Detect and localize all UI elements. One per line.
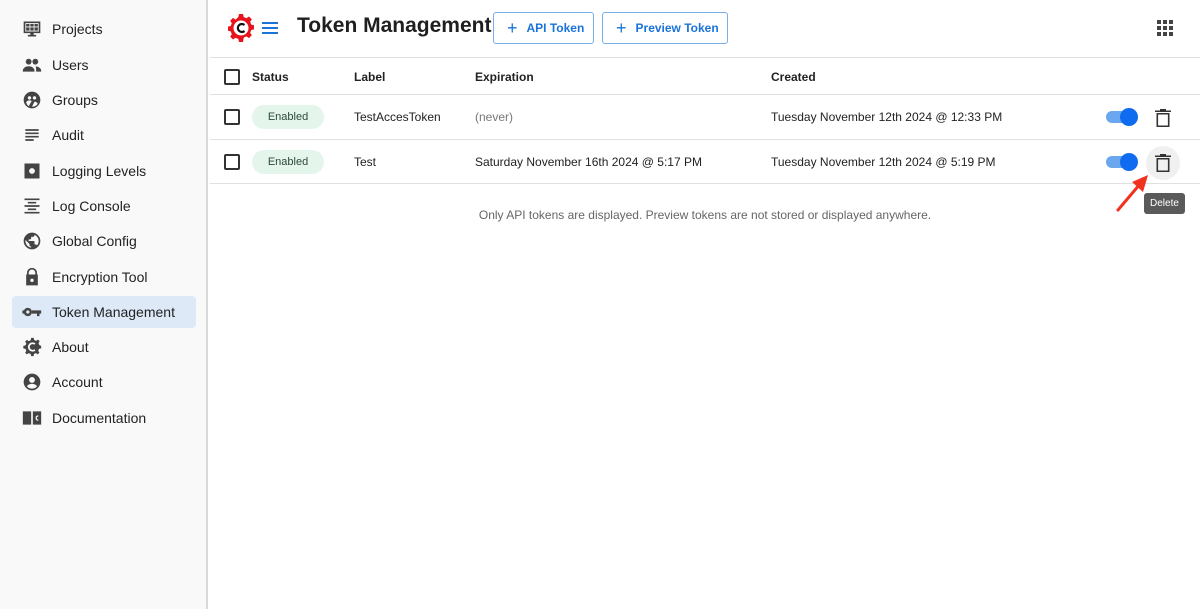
enabled-toggle[interactable] (1106, 153, 1138, 171)
select-all-checkbox[interactable] (224, 69, 240, 85)
token-label: TestAccesToken (354, 110, 441, 124)
key-icon (22, 302, 42, 322)
toggle-knob (1120, 153, 1138, 171)
main-content: Token Management + API Token + Preview T… (210, 0, 1200, 609)
table-row: Enabled TestAccesToken (never) Tuesday N… (210, 94, 1200, 139)
column-header-status[interactable]: Status (252, 70, 289, 84)
sidebar-item-account[interactable]: Account (12, 366, 196, 398)
sidebar-item-label: Audit (52, 127, 84, 143)
token-label: Test (354, 155, 377, 169)
gear-c-logo-icon (22, 337, 42, 357)
sidebar-item-label: Logging Levels (52, 163, 147, 179)
page-title: Token Management (297, 14, 492, 37)
sidebar-item-label: About (52, 339, 89, 355)
token-created: Tuesday November 12th 2024 @ 12:33 PM (771, 110, 1003, 124)
sidebar-item-label: Token Management (52, 304, 175, 320)
info-note: Only API tokens are displayed. Preview t… (478, 208, 932, 222)
users-icon (22, 55, 42, 75)
sidebar-item-label: Account (52, 374, 103, 390)
top-bar: Token Management + API Token + Preview T… (210, 0, 1200, 56)
row-checkbox[interactable] (224, 109, 240, 125)
sidebar-item-global-config[interactable]: Global Config (12, 225, 196, 257)
sidebar-item-label: Projects (52, 21, 103, 37)
sidebar-item-label: Documentation (52, 410, 147, 426)
account-circle-icon (22, 372, 42, 392)
sidebar-item-encryption-tool[interactable]: Encryption Tool (12, 261, 196, 293)
table-row: Enabled Test Saturday November 16th 2024… (210, 139, 1200, 184)
audit-lines-icon (22, 125, 42, 145)
trash-icon (1155, 154, 1171, 172)
delete-tooltip: Delete (1144, 193, 1185, 214)
token-created: Tuesday November 12th 2024 @ 5:19 PM (771, 155, 996, 169)
sidebar-item-label: Users (52, 57, 89, 73)
column-header-created[interactable]: Created (771, 70, 816, 84)
lock-icon (22, 267, 42, 287)
tokens-table: Status Label Expiration Created Enabled … (210, 57, 1200, 184)
sidebar-item-label: Encryption Tool (52, 269, 148, 285)
sidebar-item-users[interactable]: Users (12, 49, 196, 81)
row-checkbox[interactable] (224, 154, 240, 170)
sidebar-item-label: Global Config (52, 233, 137, 249)
globe-icon (22, 231, 42, 251)
add-api-token-button[interactable]: + API Token (493, 12, 594, 44)
apps-grid-icon[interactable] (1157, 20, 1173, 36)
settings-box-icon (22, 161, 42, 181)
column-header-label[interactable]: Label (354, 70, 385, 84)
hamburger-menu-icon[interactable] (260, 18, 280, 38)
column-header-expiration[interactable]: Expiration (475, 70, 534, 84)
status-badge: Enabled (252, 150, 324, 174)
plus-icon: + (507, 18, 518, 38)
token-expiration: Saturday November 16th 2024 @ 5:17 PM (475, 155, 702, 169)
token-expiration: (never) (475, 110, 514, 124)
sidebar-item-logging-levels[interactable]: Logging Levels (12, 155, 196, 187)
log-console-icon (22, 196, 42, 216)
sidebar-item-documentation[interactable]: Documentation (12, 402, 196, 434)
projects-monitor-icon (22, 19, 42, 39)
sidebar-item-label: Groups (52, 92, 98, 108)
sidebar-item-projects[interactable]: Projects (12, 13, 196, 45)
sidebar-item-about[interactable]: About (12, 331, 196, 363)
sidebar-item-log-console[interactable]: Log Console (12, 190, 196, 222)
add-preview-token-button[interactable]: + Preview Token (602, 12, 728, 44)
toggle-knob (1120, 108, 1138, 126)
delete-button[interactable] (1146, 101, 1180, 135)
enabled-toggle[interactable] (1106, 108, 1138, 126)
trash-icon (1155, 109, 1171, 127)
sidebar-item-token-management[interactable]: Token Management (12, 296, 196, 328)
sidebar-item-audit[interactable]: Audit (12, 119, 196, 151)
add-preview-token-label: Preview Token (635, 21, 719, 35)
table-header-row: Status Label Expiration Created (210, 57, 1200, 94)
sidebar-item-groups[interactable]: Groups (12, 84, 196, 116)
groups-icon (22, 90, 42, 110)
sidebar: Projects Users Groups Audit Logging Leve… (0, 0, 208, 609)
status-badge: Enabled (252, 105, 324, 129)
plus-icon: + (616, 18, 627, 38)
add-api-token-label: API Token (526, 21, 585, 35)
sidebar-item-label: Log Console (52, 198, 131, 214)
book-icon (22, 408, 42, 428)
app-logo-icon[interactable] (228, 14, 254, 42)
